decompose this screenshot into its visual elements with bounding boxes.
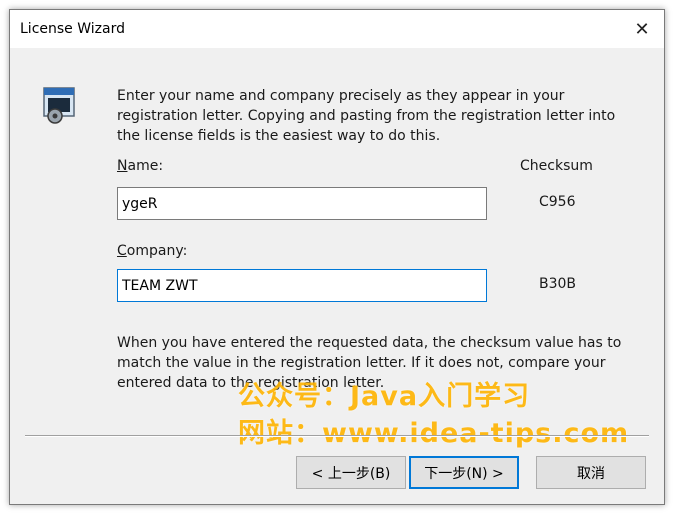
name-label: Name: [117, 156, 163, 176]
checksum-header: Checksum [520, 158, 593, 174]
company-label: Company: [117, 241, 187, 261]
license-wizard-dialog: License Wizard ✕ Enter your name and com… [9, 9, 665, 505]
license-key-icon [43, 87, 75, 124]
window-title: License Wizard [20, 21, 125, 37]
name-input[interactable] [117, 187, 487, 220]
divider [25, 435, 649, 437]
company-label-accel: C [117, 243, 127, 259]
name-label-accel: N [117, 158, 128, 174]
company-label-rest: ompany: [126, 243, 188, 259]
company-checksum: B30B [539, 276, 577, 292]
title-bar: License Wizard ✕ [10, 10, 664, 48]
back-button[interactable]: < 上一步(B) [296, 456, 406, 489]
close-icon[interactable]: ✕ [620, 10, 664, 48]
watermark-line-2: 网站：www.idea-tips.com [238, 418, 630, 449]
watermark-line-1: 公众号：Java入门学习 [238, 381, 531, 412]
name-checksum: C956 [539, 194, 576, 210]
name-label-rest: ame: [127, 158, 164, 174]
cancel-button[interactable]: 取消 [536, 456, 646, 489]
intro-text: Enter your name and company precisely as… [117, 88, 616, 144]
company-input[interactable] [117, 269, 487, 302]
next-button[interactable]: 下一步(N) > [409, 456, 519, 489]
